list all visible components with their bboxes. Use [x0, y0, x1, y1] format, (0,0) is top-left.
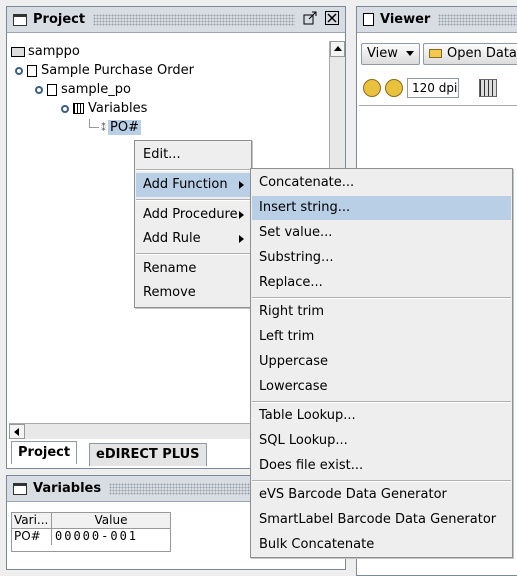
menu-item-left-trim[interactable]: Left trim — [252, 325, 511, 349]
variables-title: Variables — [33, 481, 102, 496]
tree-line — [89, 119, 99, 128]
menu-item-set-value[interactable]: Set value... — [252, 221, 511, 245]
menu-item-lowercase[interactable]: Lowercase — [252, 375, 511, 399]
menu-item-add-function[interactable]: Add Function — [136, 173, 250, 197]
menu-item-bulk-concatenate[interactable]: Bulk Concatenate — [252, 533, 511, 557]
context-menu: Edit... Add Function Add Procedure Add R… — [134, 140, 252, 308]
menu-item-add-procedure[interactable]: Add Procedure — [136, 203, 250, 227]
scroll-left-button[interactable] — [9, 424, 25, 439]
menu-separator — [136, 253, 250, 255]
menu-item-add-rule[interactable]: Add Rule — [136, 227, 250, 251]
menu-separator — [252, 401, 511, 403]
expand-handle-icon[interactable] — [35, 85, 43, 94]
row-name: PO# — [12, 529, 52, 545]
header-value[interactable]: Value — [52, 513, 170, 528]
title-grip — [93, 13, 295, 26]
folder-icon — [429, 49, 442, 58]
tree-node-root[interactable]: samppo — [11, 43, 80, 61]
menu-item-substring[interactable]: Substring... — [252, 246, 511, 270]
dpi-field[interactable]: 120 dpi — [407, 78, 459, 98]
zoom-out-icon[interactable] — [363, 79, 381, 97]
menu-item-sql-lookup[interactable]: SQL Lookup... — [252, 429, 511, 453]
project-title: Project — [33, 12, 86, 27]
close-icon[interactable] — [325, 10, 339, 29]
variables-table: Vari... Value PO# 00000-001 — [11, 512, 171, 552]
tab-project[interactable]: Project — [11, 441, 78, 464]
window-icon — [13, 482, 27, 495]
variable-icon: ⁑ — [101, 123, 106, 134]
menu-item-uppercase[interactable]: Uppercase — [252, 350, 511, 374]
submenu-arrow-icon — [239, 211, 244, 219]
submenu-arrow-icon — [239, 235, 244, 243]
file-icon — [47, 83, 57, 96]
window-icon — [13, 13, 27, 26]
title-grip — [438, 13, 517, 26]
arrow-up-icon — [334, 46, 342, 51]
menu-item-smartlabel-barcode[interactable]: SmartLabel Barcode Data Generator — [252, 508, 511, 532]
submenu-arrow-icon — [239, 181, 244, 189]
menu-separator — [136, 169, 250, 171]
document-icon — [27, 64, 37, 77]
menu-item-remove[interactable]: Remove — [136, 281, 250, 305]
disk-icon — [11, 46, 25, 57]
menu-item-edit[interactable]: Edit... — [136, 143, 250, 167]
menu-item-rename[interactable]: Rename — [136, 257, 250, 281]
viewer-title-bar[interactable]: Viewer — [357, 7, 517, 33]
table-row[interactable]: PO# 00000-001 — [12, 529, 170, 545]
menu-separator — [252, 297, 511, 299]
chevron-down-icon — [406, 51, 414, 56]
table-header: Vari... Value — [12, 513, 170, 529]
variables-icon — [73, 103, 84, 114]
header-name[interactable]: Vari... — [12, 513, 52, 528]
menu-item-concatenate[interactable]: Concatenate... — [252, 171, 511, 195]
tree-node-file[interactable]: sample_po — [35, 81, 131, 99]
menu-separator — [252, 480, 511, 482]
open-data-button[interactable]: Open Data — [423, 43, 517, 65]
menu-item-table-lookup[interactable]: Table Lookup... — [252, 404, 511, 428]
viewer-title: Viewer — [380, 12, 431, 27]
project-title-bar[interactable]: Project — [7, 7, 345, 33]
column-marker-icon[interactable] — [479, 79, 497, 97]
tree-node-variables[interactable]: Variables — [61, 100, 147, 118]
menu-item-replace[interactable]: Replace... — [252, 271, 511, 295]
expand-handle-icon[interactable] — [15, 66, 23, 75]
menu-item-insert-string[interactable]: Insert string... — [252, 196, 511, 220]
arrow-left-icon — [14, 428, 19, 436]
tab-edirect-plus[interactable]: eDIRECT PLUS — [89, 443, 207, 466]
row-value[interactable]: 00000-001 — [52, 529, 170, 545]
menu-item-right-trim[interactable]: Right trim — [252, 300, 511, 324]
document-icon — [363, 13, 374, 26]
tree-node-selected[interactable]: ⁑ PO# — [89, 119, 141, 137]
menu-item-does-file-exist[interactable]: Does file exist... — [252, 454, 511, 478]
scroll-up-button[interactable] — [330, 41, 345, 57]
zoom-in-icon[interactable] — [385, 79, 403, 97]
tree-node-document[interactable]: Sample Purchase Order — [15, 62, 194, 80]
maximize-icon[interactable] — [303, 11, 317, 29]
view-menu-button[interactable]: View — [361, 43, 420, 65]
menu-separator — [136, 199, 250, 201]
function-submenu: Concatenate... Insert string... Set valu… — [250, 168, 513, 558]
menu-item-evs-barcode[interactable]: eVS Barcode Data Generator — [252, 483, 511, 507]
expand-handle-icon[interactable] — [61, 104, 69, 113]
